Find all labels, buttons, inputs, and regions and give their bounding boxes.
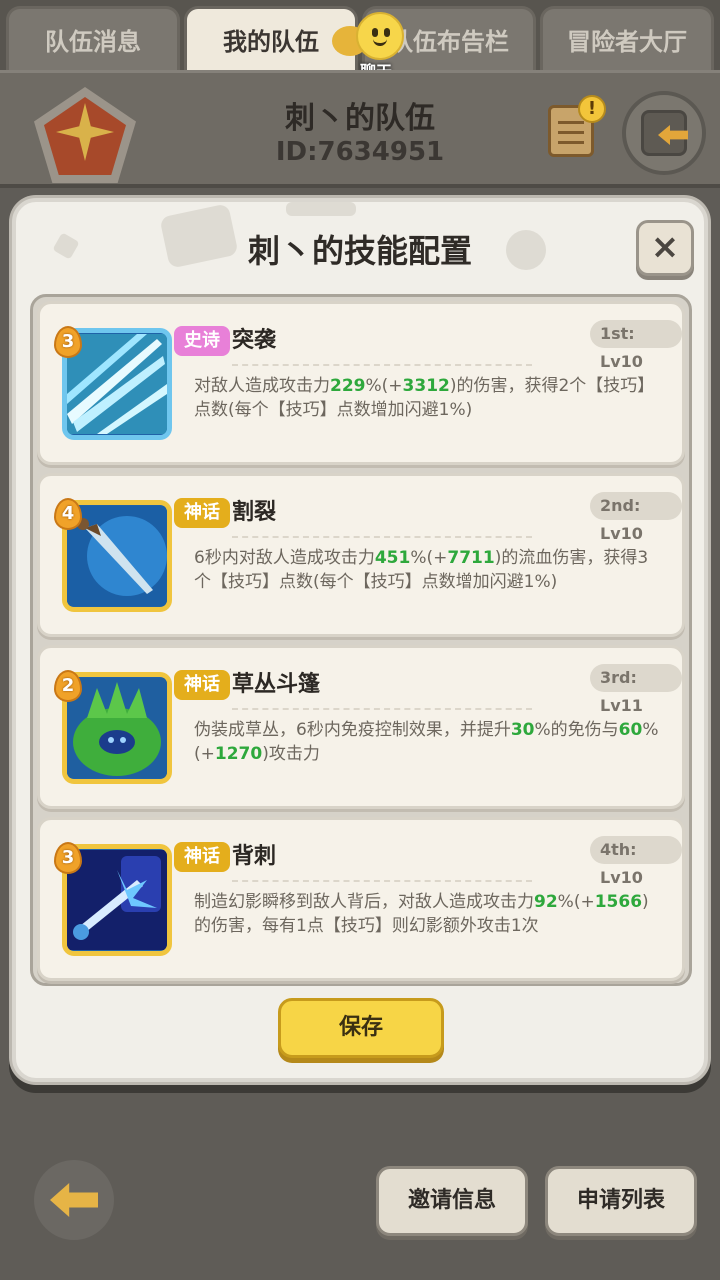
skill-name: 草丛斗篷: [232, 672, 321, 697]
rarity-tag: 史诗: [174, 326, 230, 356]
apply-list-button[interactable]: 申请列表: [545, 1166, 697, 1236]
skill-slot-level: 2nd: Lv10: [590, 492, 682, 543]
highlight-value: 30: [510, 720, 535, 740]
highlight-value: 1270: [214, 744, 263, 764]
tab-adventurer-hall[interactable]: 冒险者大厅: [540, 6, 714, 70]
desc-text: %(+: [557, 892, 595, 912]
highlight-value: 3312: [402, 376, 450, 396]
notice-scroll-button[interactable]: !: [544, 95, 606, 161]
highlight-value: 60: [618, 720, 643, 740]
skill-name: 突袭: [232, 328, 277, 353]
skill-card-3[interactable]: 2 神话 草丛斗篷 3rd: Lv11 伪装成草丛，6秒内免疫控制效果，并提升3…: [37, 645, 685, 809]
divider: [232, 364, 532, 366]
highlight-value: 1566: [594, 892, 643, 912]
highlight-value: 7711: [447, 548, 495, 568]
skill-level-badge: 3: [54, 326, 82, 358]
back-arrow-icon: [50, 1183, 98, 1217]
skill-card-2[interactable]: 4 神话 割裂 2nd: Lv10 6秒内对敌人造成攻击力451%(+7711)…: [37, 473, 685, 637]
highlight-value: 451: [374, 548, 411, 568]
desc-text: 对敌人造成攻击力: [194, 376, 330, 396]
desc-text: %(+: [365, 376, 403, 396]
skill-slot-level: 3rd: Lv11: [590, 664, 682, 715]
back-button[interactable]: [34, 1160, 114, 1240]
close-button[interactable]: ×: [636, 220, 694, 276]
team-id: ID:7634951: [275, 137, 445, 167]
skill-description: 6秒内对敌人造成攻击力451%(+7711)的流血伤害，获得3个【技巧】点数(每…: [194, 546, 664, 594]
skill-level-badge: 2: [54, 670, 82, 702]
team-name: 刺丶的队伍: [285, 101, 435, 136]
divider: [232, 536, 532, 538]
save-button[interactable]: 保存: [278, 998, 444, 1058]
close-icon: ×: [650, 227, 680, 267]
desc-text: %的免伤与: [534, 720, 619, 740]
exit-team-button[interactable]: [622, 91, 706, 175]
skill-description: 对敌人造成攻击力229%(+3312)的伤害，获得2个【技巧】点数(每个【技巧】…: [194, 374, 664, 422]
skill-slot-level: 1st: Lv10: [590, 320, 682, 371]
highlight-value: 92: [534, 892, 558, 912]
rarity-tag: 神话: [174, 842, 230, 872]
skill-name: 背刺: [232, 844, 277, 869]
tab-team-messages[interactable]: 队伍消息: [6, 6, 180, 70]
invite-info-button[interactable]: 邀请信息: [376, 1166, 528, 1236]
highlight-value: 229: [330, 376, 366, 396]
team-header: 刺丶的队伍 ID:7634951 !: [0, 70, 720, 188]
desc-text: 6秒内对敌人造成攻击力: [194, 548, 375, 568]
skill-slot-level: 4th: Lv10: [590, 836, 682, 887]
desc-text: 伪装成草丛，6秒内免疫控制效果，并提升: [194, 720, 511, 740]
exit-door-icon: [641, 110, 688, 156]
skill-description: 伪装成草丛，6秒内免疫控制效果，并提升30%的免伤与60%(+1270)攻击力: [194, 718, 664, 766]
alert-badge: !: [578, 95, 606, 123]
desc-text: )攻击力: [262, 744, 320, 764]
skill-list: 3 史诗 突袭 1st: Lv10 对敌人造成攻击力229%(+3312)的伤害…: [30, 294, 692, 986]
divider: [232, 880, 532, 882]
skill-config-dialog: 刺丶的技能配置 × 3 史诗 突袭 1st: Lv10 对敌人造成攻击力229%…: [12, 198, 708, 1082]
divider: [232, 708, 532, 710]
desc-text: %(+: [410, 548, 448, 568]
desc-text: 制造幻影瞬移到敌人背后，对敌人造成攻击力: [194, 892, 534, 912]
rarity-tag: 神话: [174, 498, 230, 528]
chat-button[interactable]: 聊天: [332, 12, 410, 81]
skill-level-badge: 4: [54, 498, 82, 530]
skill-name: 割裂: [232, 500, 277, 525]
rarity-tag: 神话: [174, 670, 230, 700]
dialog-title: 刺丶的技能配置: [247, 232, 472, 270]
skill-card-1[interactable]: 3 史诗 突袭 1st: Lv10 对敌人造成攻击力229%(+3312)的伤害…: [37, 301, 685, 465]
skill-description: 制造幻影瞬移到敌人背后，对敌人造成攻击力92%(+1566)的伤害，每有1点【技…: [194, 890, 664, 938]
skill-level-badge: 3: [54, 842, 82, 874]
skill-card-4[interactable]: 3 神话 背刺 4th: Lv10 制造幻影瞬移到敌人背后，对敌人造成攻击力92…: [37, 817, 685, 981]
